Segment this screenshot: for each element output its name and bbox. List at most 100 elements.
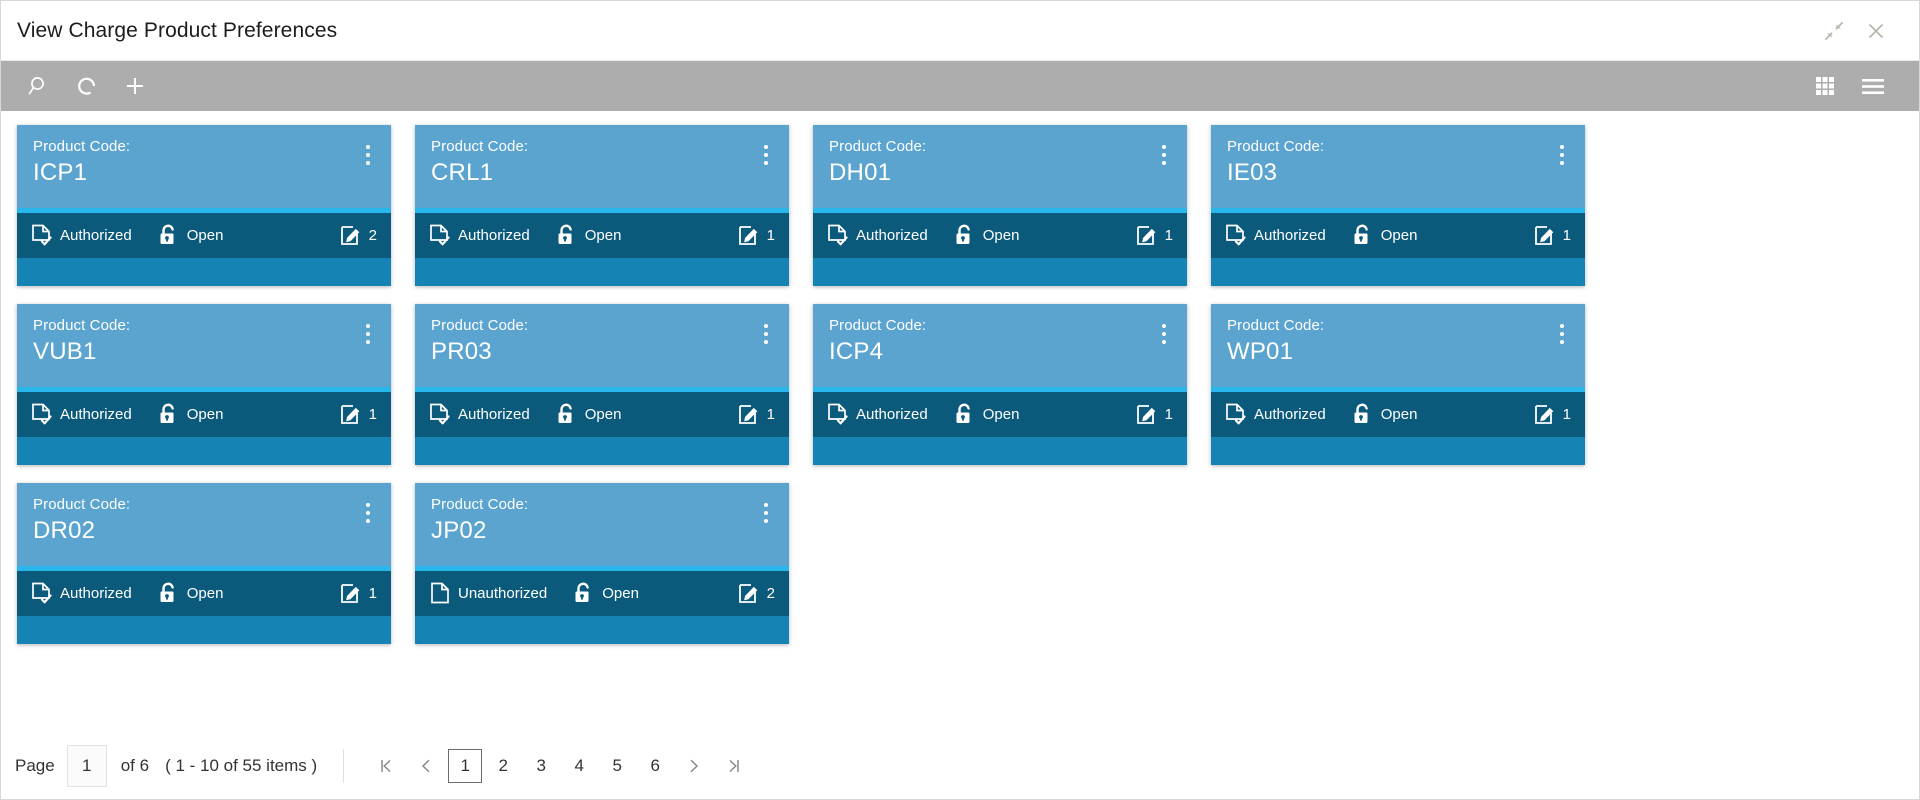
card-menu-button[interactable] <box>1153 139 1175 171</box>
card-header: Product Code: DR02 <box>17 483 391 566</box>
product-code-label: Product Code: <box>1227 317 1325 334</box>
kebab-dot <box>366 519 370 523</box>
document-check-icon <box>430 224 450 246</box>
minimize-button[interactable] <box>1813 10 1855 52</box>
page-number-button[interactable]: 2 <box>486 749 520 783</box>
document-check-icon <box>828 403 848 425</box>
card-footer: Authorized Open 1 <box>415 213 789 258</box>
card-body <box>813 258 1187 286</box>
card-menu-button[interactable] <box>357 497 379 529</box>
document-check-icon <box>1226 403 1246 425</box>
modification-count[interactable]: 1 <box>340 404 377 426</box>
card-menu-button[interactable] <box>755 318 777 350</box>
card-menu-button[interactable] <box>1153 318 1175 350</box>
modification-count[interactable]: 1 <box>738 404 775 426</box>
kebab-dot <box>1162 340 1166 344</box>
product-card[interactable]: Product Code: PR03 Authorized Open 1 <box>415 304 789 465</box>
kebab-dot <box>366 503 370 507</box>
modification-count[interactable]: 1 <box>1534 404 1571 426</box>
refresh-button[interactable] <box>63 65 111 107</box>
next-page-button[interactable] <box>674 746 714 786</box>
modification-count[interactable]: 1 <box>1534 225 1571 247</box>
record-status-label: Open <box>982 227 1020 244</box>
page-number-button[interactable]: 4 <box>562 749 596 783</box>
card-footer: Authorized Open 1 <box>1211 213 1585 258</box>
card-menu-button[interactable] <box>357 139 379 171</box>
authorization-status: Authorized <box>827 403 928 426</box>
product-code-label: Product Code: <box>431 496 529 513</box>
unlock-icon <box>1354 224 1368 244</box>
kebab-dot <box>1162 332 1166 336</box>
card-header: Product Code: CRL1 <box>415 125 789 208</box>
product-code-value: JP02 <box>431 517 487 544</box>
product-code-label: Product Code: <box>33 317 131 334</box>
kebab-dot <box>366 153 370 157</box>
card-header: Product Code: WP01 <box>1211 304 1585 387</box>
product-card[interactable]: Product Code: DH01 Authorized Open 1 <box>813 125 1187 286</box>
edit-square-icon <box>1136 225 1155 245</box>
authorization-status-label: Authorized <box>60 585 132 602</box>
page-number-input[interactable] <box>66 745 107 787</box>
tile-view-button[interactable] <box>1801 65 1849 107</box>
card-menu-button[interactable] <box>357 318 379 350</box>
page-title: View Charge Product Preferences <box>17 18 338 42</box>
record-status: Open <box>158 224 223 247</box>
kebab-dot <box>764 324 768 328</box>
document-check-icon <box>32 582 52 604</box>
product-card[interactable]: Product Code: WP01 Authorized Open 1 <box>1211 304 1585 465</box>
edit-square-icon <box>738 583 757 603</box>
search-button[interactable] <box>15 65 63 107</box>
modification-count[interactable]: 1 <box>738 225 775 247</box>
close-icon <box>1868 23 1884 38</box>
document-icon <box>431 582 449 604</box>
previous-page-button[interactable] <box>406 746 446 786</box>
card-header: Product Code: ICP4 <box>813 304 1187 387</box>
modification-count[interactable]: 1 <box>1136 404 1173 426</box>
card-body <box>17 616 391 644</box>
card-menu-button[interactable] <box>1551 318 1573 350</box>
product-card[interactable]: Product Code: ICP1 Authorized Open 2 <box>17 125 391 286</box>
first-page-button[interactable] <box>366 746 406 786</box>
page-number-button[interactable]: 3 <box>524 749 558 783</box>
modification-count-value: 2 <box>368 227 377 244</box>
list-view-button[interactable] <box>1849 65 1897 107</box>
product-card[interactable]: Product Code: JP02 Unauthorized Open 2 <box>415 483 789 644</box>
last-page-button[interactable] <box>714 746 754 786</box>
modification-count[interactable]: 1 <box>340 583 377 605</box>
kebab-dot <box>764 511 768 515</box>
card-header: Product Code: PR03 <box>415 304 789 387</box>
modification-count[interactable]: 1 <box>1136 225 1173 247</box>
card-footer: Authorized Open 1 <box>813 213 1187 258</box>
product-card[interactable]: Product Code: ICP4 Authorized Open 1 <box>813 304 1187 465</box>
kebab-dot <box>1560 153 1564 157</box>
page-number-button[interactable]: 5 <box>600 749 634 783</box>
record-status: Open <box>556 403 621 426</box>
add-button[interactable] <box>111 65 159 107</box>
modification-count-value: 1 <box>368 585 377 602</box>
page-number-button[interactable]: 6 <box>638 749 672 783</box>
next-page-icon <box>690 759 699 773</box>
card-menu-button[interactable] <box>755 497 777 529</box>
modification-count[interactable]: 2 <box>738 583 775 605</box>
document-check-icon <box>828 224 848 246</box>
unlock-icon <box>956 224 970 244</box>
edit-square-icon <box>340 404 359 424</box>
product-code-label: Product Code: <box>33 496 131 513</box>
product-code-value: IE03 <box>1227 159 1278 186</box>
card-body <box>17 437 391 465</box>
product-card[interactable]: Product Code: CRL1 Authorized Open 1 <box>415 125 789 286</box>
page-number-button[interactable]: 1 <box>448 749 483 783</box>
card-menu-button[interactable] <box>755 139 777 171</box>
modification-count[interactable]: 2 <box>340 225 377 247</box>
last-page-icon <box>729 759 739 773</box>
card-menu-button[interactable] <box>1551 139 1573 171</box>
card-footer: Authorized Open 1 <box>1211 392 1585 437</box>
kebab-dot <box>1162 161 1166 165</box>
product-code-label: Product Code: <box>33 138 131 155</box>
pagination-controls: 123456 <box>366 746 754 786</box>
product-card[interactable]: Product Code: VUB1 Authorized Open 1 <box>17 304 391 465</box>
product-card[interactable]: Product Code: IE03 Authorized Open 1 <box>1211 125 1585 286</box>
close-button[interactable] <box>1855 10 1897 52</box>
product-card[interactable]: Product Code: DR02 Authorized Open 1 <box>17 483 391 644</box>
unlock-icon <box>160 224 174 244</box>
